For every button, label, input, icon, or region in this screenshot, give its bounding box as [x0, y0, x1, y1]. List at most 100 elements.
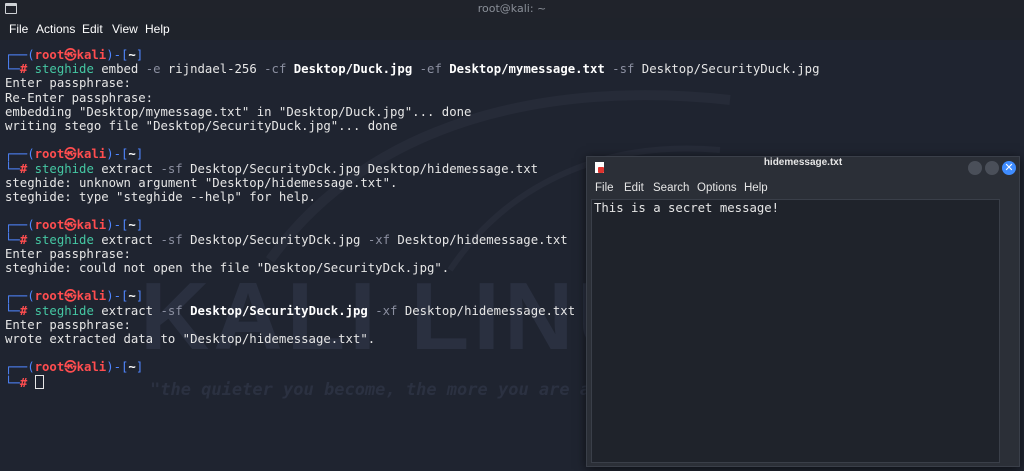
- prompt-dir: ~: [128, 218, 136, 233]
- prompt-frame: )-[: [106, 218, 129, 233]
- menu-actions[interactable]: Actions: [36, 22, 75, 36]
- output-line: steghide: type "steghide --help" for hel…: [5, 190, 316, 204]
- command-argument: rijndael-256: [160, 62, 265, 77]
- menu-view[interactable]: View: [112, 22, 138, 36]
- prompt-user: root: [34, 289, 65, 304]
- prompt-host: kali: [76, 360, 107, 375]
- command-argument: extract: [93, 232, 161, 247]
- editor-menu-options[interactable]: Options: [697, 182, 737, 194]
- command-option: -sf: [160, 303, 183, 318]
- output-line: steghide: unknown argument "Desktop/hide…: [5, 175, 398, 190]
- command-option: -sf: [160, 161, 183, 176]
- prompt-frame: ┌──(: [5, 218, 35, 233]
- command-name: steghide: [34, 62, 94, 77]
- output-line: Enter passphrase:: [5, 246, 131, 261]
- editor-menu-edit[interactable]: Edit: [624, 182, 644, 194]
- prompt-line: ┌──(root㉿kali)-[~]: [5, 218, 143, 233]
- prompt-user: root: [34, 48, 65, 62]
- prompt-dir: ~: [128, 48, 136, 62]
- prompt-at: ㉿: [64, 360, 77, 375]
- menu-file[interactable]: File: [9, 22, 28, 36]
- window-title: root@kali: ~: [477, 2, 547, 15]
- prompt-host: kali: [76, 147, 107, 162]
- prompt-user: root: [34, 218, 65, 233]
- command-argument: [286, 62, 293, 76]
- terminal-menubar: File Actions Edit View Help: [0, 18, 1024, 40]
- command-name: steghide: [34, 232, 94, 247]
- prompt-hash: #: [19, 62, 35, 77]
- output-line: wrote extracted data to "Desktop/hidemes…: [5, 332, 376, 346]
- output-line: Enter passphrase:: [5, 317, 131, 332]
- command-argument: [412, 62, 419, 76]
- prompt-at: ㉿: [64, 289, 77, 304]
- command-name: steghide: [34, 303, 94, 318]
- command-argument: Desktop/SecurityDck.jpg: [182, 232, 368, 247]
- command-argument: Desktop/SecurityDuck.jpg: [190, 303, 368, 318]
- prompt-user: root: [34, 147, 65, 162]
- command-argument: Desktop/SecurityDck.jpg Desktop/hidemess…: [182, 161, 539, 176]
- text-editor-window[interactable]: hidemessage.txt ✕ File Edit Search Optio…: [586, 156, 1020, 467]
- command-argument: Desktop/hidemessage.txt: [390, 232, 568, 247]
- editor-content[interactable]: This is a secret message!: [594, 201, 779, 215]
- prompt-line: ┌──(root㉿kali)-[~]: [5, 289, 143, 304]
- command-argument: embed: [93, 62, 146, 77]
- terminal-titlebar: root@kali: ~: [0, 0, 1024, 18]
- editor-title: hidemessage.txt: [763, 157, 843, 168]
- terminal-icon[interactable]: [5, 3, 17, 14]
- command-argument: extract: [93, 161, 161, 176]
- prompt-line: ┌──(root㉿kali)-[~]: [5, 48, 143, 63]
- prompt-hash: #: [19, 161, 35, 176]
- prompt-frame: └─: [5, 303, 20, 318]
- editor-titlebar[interactable]: hidemessage.txt ✕: [587, 157, 1019, 179]
- output-line: embedding "Desktop/mymessage.txt" in "De…: [5, 104, 472, 119]
- prompt-frame: └─: [5, 62, 20, 77]
- prompt-hash: #: [19, 303, 35, 318]
- command-argument: Desktop/hidemessage.txt: [397, 303, 576, 318]
- command-line: └─#: [5, 374, 44, 390]
- editor-menu-help[interactable]: Help: [744, 182, 768, 194]
- prompt-frame: ]: [135, 289, 144, 304]
- prompt-frame: ┌──(: [5, 147, 35, 162]
- command-name: steghide: [34, 161, 94, 176]
- prompt-frame: ]: [135, 147, 144, 162]
- editor-menu-search[interactable]: Search: [653, 182, 689, 194]
- command-argument: extract: [93, 303, 161, 318]
- prompt-frame: )-[: [106, 289, 129, 304]
- editor-scrollbar[interactable]: [1000, 199, 1014, 461]
- prompt-frame: └─: [5, 375, 20, 390]
- prompt-at: ㉿: [64, 48, 77, 62]
- prompt-frame: )-[: [106, 360, 129, 375]
- command-option: -xf: [367, 232, 391, 247]
- command-option: -e: [145, 62, 161, 77]
- command-option: -cf: [264, 62, 287, 77]
- editor-menu-file[interactable]: File: [595, 182, 614, 194]
- prompt-frame: └─: [5, 161, 20, 176]
- prompt-frame: ┌──(: [5, 48, 35, 62]
- prompt-hash: #: [19, 375, 35, 390]
- prompt-frame: ┌──(: [5, 360, 35, 375]
- output-line: Re-Enter passphrase:: [5, 90, 154, 105]
- prompt-frame: ]: [135, 48, 144, 62]
- command-option: -ef: [419, 62, 442, 77]
- maximize-button[interactable]: [985, 161, 999, 175]
- command-line: └─# steghide extract -sf Desktop/Securit…: [5, 304, 575, 319]
- output-line: steghide: could not open the file "Deskt…: [5, 261, 450, 275]
- command-option: -sf: [160, 232, 183, 247]
- prompt-at: ㉿: [64, 147, 77, 162]
- prompt-hash: #: [19, 232, 35, 247]
- menu-help[interactable]: Help: [145, 22, 170, 36]
- prompt-host: kali: [76, 48, 107, 62]
- prompt-host: kali: [76, 218, 107, 233]
- terminal-cursor: [34, 374, 44, 389]
- command-option: -xf: [375, 303, 398, 318]
- command-line: └─# steghide embed -e rijndael-256 -cf D…: [5, 62, 819, 77]
- minimize-button[interactable]: [968, 161, 982, 175]
- editor-text-area[interactable]: This is a secret message!: [591, 199, 1000, 463]
- close-button[interactable]: ✕: [1002, 161, 1016, 175]
- prompt-dir: ~: [128, 289, 136, 304]
- prompt-frame: )-[: [106, 147, 129, 162]
- command-argument: Desktop/Duck.jpg: [293, 62, 413, 77]
- prompt-frame: ]: [135, 218, 144, 233]
- editor-menubar: File Edit Search Options Help: [587, 179, 1019, 199]
- menu-edit[interactable]: Edit: [82, 22, 103, 36]
